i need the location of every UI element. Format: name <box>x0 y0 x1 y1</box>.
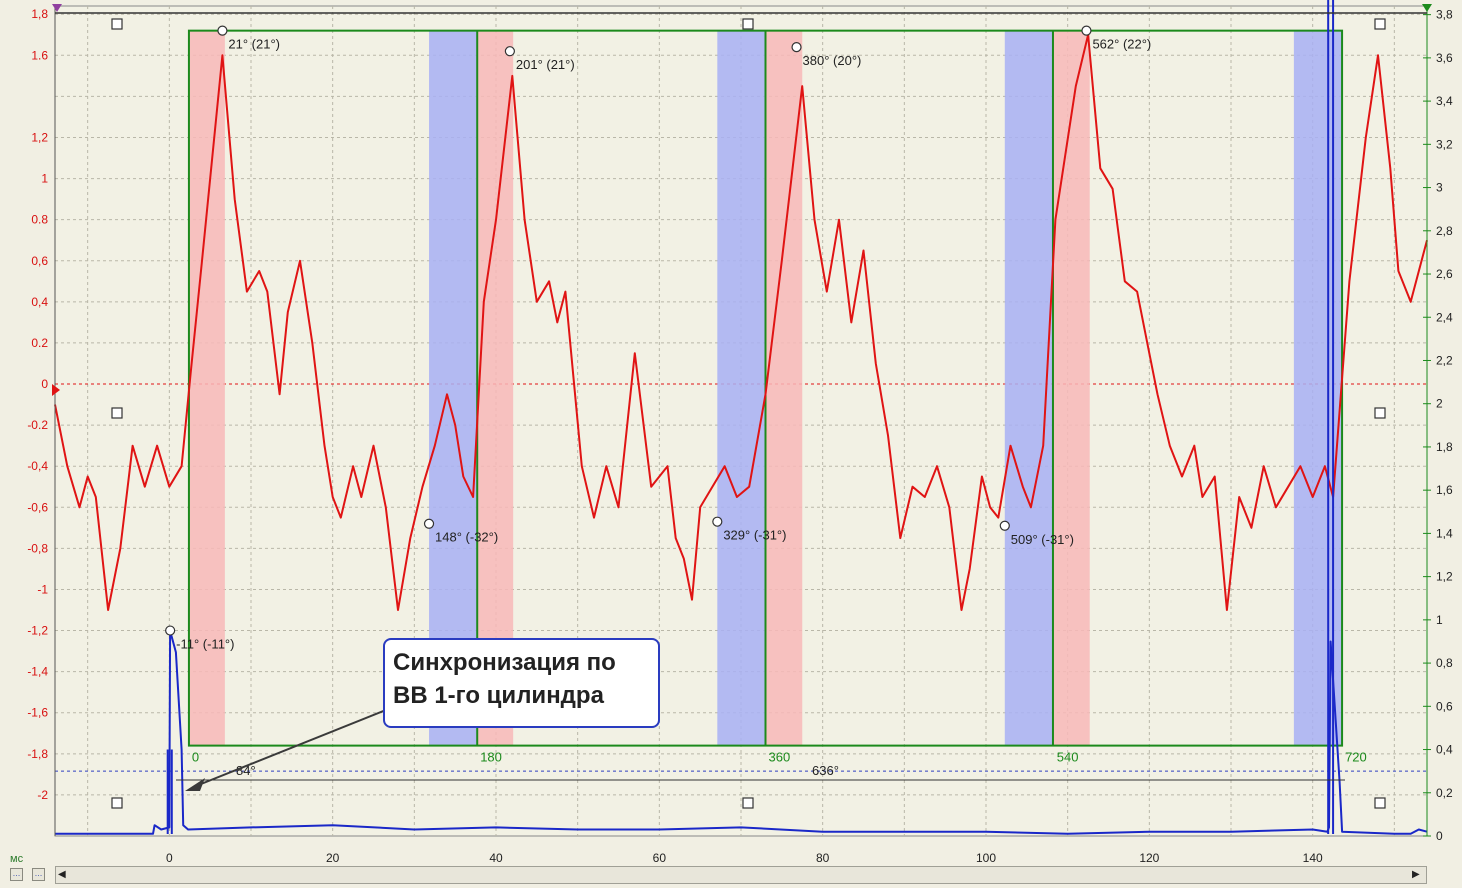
left-tick-label: -0,4 <box>27 459 48 473</box>
right-tick-label: 1 <box>1436 613 1443 627</box>
left-tick-label: -1 <box>37 582 48 596</box>
right-tick-label: 0 <box>1436 829 1443 843</box>
right-tick-label: 1,2 <box>1436 570 1453 584</box>
left-tick-label: 1 <box>41 172 48 186</box>
right-tick-label: 3,2 <box>1436 137 1453 151</box>
bottom-tick-label: 40 <box>489 851 503 865</box>
left-tick-label: -1,8 <box>27 747 48 761</box>
left-tick-label: 0 <box>41 377 48 391</box>
marker-point <box>712 516 723 527</box>
zoom-out-button[interactable]: … <box>10 868 23 881</box>
degree-tick-label: 180 <box>480 750 502 765</box>
left-tick-label: -0,6 <box>27 500 48 514</box>
left-tick-label: 0.2 <box>31 336 48 350</box>
right-tick-label: 0,6 <box>1436 699 1453 713</box>
units-label: мс <box>10 853 24 865</box>
resize-handle <box>111 18 123 30</box>
marker-point <box>791 41 802 53</box>
right-tick-label: 2 <box>1436 397 1443 411</box>
marker-label: 509° (-31°) <box>1011 532 1074 547</box>
resize-handle <box>111 797 123 809</box>
marker-label: 329° (-31°) <box>723 528 786 543</box>
marker-point <box>999 520 1010 531</box>
left-tick-label: -1,6 <box>27 706 48 720</box>
marker-point <box>165 625 176 636</box>
callout-line-2: ВВ 1-го цилиндра <box>393 682 605 709</box>
right-tick-label: 2,8 <box>1436 224 1453 238</box>
left-tick-label: 0,6 <box>31 254 48 268</box>
left-tick-label: 1,8 <box>31 7 48 21</box>
marker-point <box>423 518 435 529</box>
resize-handle <box>1374 407 1386 419</box>
left-tick-label: -1,2 <box>27 624 48 638</box>
callout-line-1: Синхронизация по <box>393 649 616 676</box>
resize-handle <box>1374 18 1386 30</box>
exhaust-band <box>717 30 766 746</box>
right-tick-label: 1,8 <box>1436 440 1453 454</box>
resize-handle <box>1374 797 1386 809</box>
right-tick-label: 3,4 <box>1436 94 1453 108</box>
intake-band <box>1052 30 1090 746</box>
left-tick-label: 0,4 <box>31 295 48 309</box>
resize-handle <box>111 407 123 419</box>
resize-handle <box>742 18 754 30</box>
resize-handle <box>742 797 754 809</box>
bottom-tick-label: 120 <box>1139 851 1159 865</box>
oscillogram-chart[interactable]: 21° (21°) 201° (21°) 380° (20°) 562° (22°) 1… <box>0 0 1462 888</box>
left-tick-label: 1,2 <box>31 130 48 144</box>
right-tick-label: 3,6 <box>1436 51 1453 65</box>
right-tick-label: 1,4 <box>1436 526 1453 540</box>
degree-tick-label: 540 <box>1057 750 1079 765</box>
bottom-tick-label: 20 <box>326 851 340 865</box>
left-tick-label: -1,4 <box>27 665 48 679</box>
bottom-tick-label: 60 <box>653 851 667 865</box>
long-span-label: 636° <box>812 763 839 778</box>
bottom-tick-label: 140 <box>1303 851 1323 865</box>
degree-tick-label: 720 <box>1345 750 1367 765</box>
right-tick-label: 3 <box>1436 181 1443 195</box>
right-tick-label: 1,6 <box>1436 483 1453 497</box>
marker-label: -11° (-11°) <box>176 637 234 652</box>
left-tick-label: 0.8 <box>31 213 48 227</box>
scroll-right-arrow[interactable]: ▶ <box>1412 869 1424 881</box>
right-tick-label: 2,6 <box>1436 267 1453 281</box>
left-tick-label: -0.2 <box>27 418 48 432</box>
marker-label: 562° (22°) <box>1092 37 1151 52</box>
right-tick-label: 0,8 <box>1436 656 1453 670</box>
marker-label: 380° (20°) <box>803 53 862 68</box>
marker-point <box>1081 25 1092 36</box>
marker-label: 148° (-32°) <box>435 530 498 545</box>
bottom-tick-label: 0 <box>166 851 173 865</box>
degree-tick-label: 360 <box>769 750 791 765</box>
right-tick-label: 2,2 <box>1436 353 1453 367</box>
right-tick-label: 3,8 <box>1436 8 1453 22</box>
marker-label: 201° (21°) <box>516 57 575 72</box>
marker-point <box>504 46 515 57</box>
marker-label: 21° (21°) <box>228 37 280 52</box>
right-tick-label: 2,4 <box>1436 310 1453 324</box>
horizontal-scrollbar[interactable]: ◀ ▶ <box>55 866 1427 884</box>
left-tick-label: 1.6 <box>31 48 48 62</box>
scroll-left-arrow[interactable]: ◀ <box>58 869 70 881</box>
left-tick-label: -0,8 <box>27 541 48 555</box>
bottom-tick-label: 80 <box>816 851 830 865</box>
zoom-in-button[interactable]: … <box>32 868 45 881</box>
marker-point <box>217 25 228 36</box>
degree-tick-label: 0 <box>192 750 199 765</box>
left-tick-label: -2 <box>37 788 48 802</box>
right-tick-label: 0,2 <box>1436 786 1453 800</box>
exhaust-band <box>1293 30 1343 746</box>
right-tick-label: 0,4 <box>1436 743 1453 757</box>
bottom-tick-label: 100 <box>976 851 996 865</box>
